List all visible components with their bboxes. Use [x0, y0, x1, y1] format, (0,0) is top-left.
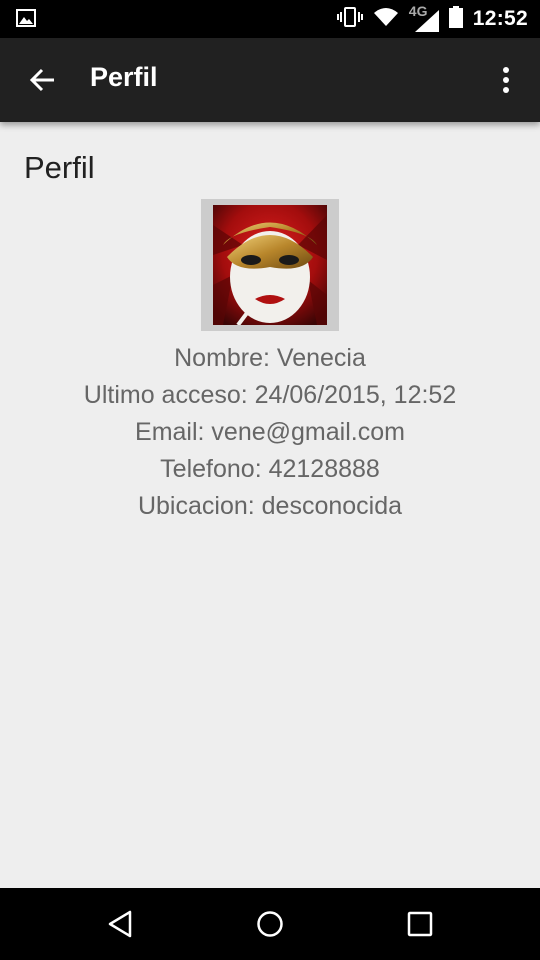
avatar-frame[interactable] — [201, 199, 339, 331]
overflow-menu-button[interactable] — [492, 60, 520, 100]
arrow-back-icon — [29, 68, 54, 92]
vibrate-icon — [336, 6, 363, 32]
back-button[interactable] — [22, 60, 62, 100]
profile-email: Email: vene@gmail.com — [135, 418, 405, 446]
nav-bar — [0, 888, 540, 960]
image-notification-icon — [16, 9, 36, 32]
profile-last-access: Ultimo acceso: 24/06/2015, 12:52 — [83, 381, 457, 409]
nav-home-icon — [257, 911, 283, 937]
app-bar: Perfil — [0, 38, 540, 122]
battery-icon — [448, 5, 463, 33]
nav-back-icon — [108, 910, 132, 938]
profile-location: Ubicacion: desconocida — [137, 492, 403, 520]
wifi-icon — [373, 7, 399, 32]
page-heading: Perfil — [24, 150, 95, 185]
nav-recents-button[interactable] — [402, 906, 438, 942]
status-bar: 4G 12:52 — [0, 0, 540, 38]
profile-name: Nombre: Venecia — [174, 344, 366, 372]
nav-home-button[interactable] — [252, 906, 288, 942]
status-time: 12:52 — [472, 7, 528, 30]
app-bar-title: Perfil — [90, 62, 158, 92]
avatar — [213, 205, 327, 325]
nav-recents-icon — [407, 911, 433, 937]
more-vert-icon — [503, 67, 509, 93]
profile-info: Nombre: Venecia Ultimo acceso: 24/06/201… — [0, 340, 540, 525]
nav-back-button[interactable] — [102, 906, 138, 942]
profile-phone: Telefono: 42128888 — [160, 455, 380, 483]
cell-signal-icon: 4G — [409, 3, 439, 32]
status-icons: 4G 12:52 — [336, 0, 528, 38]
